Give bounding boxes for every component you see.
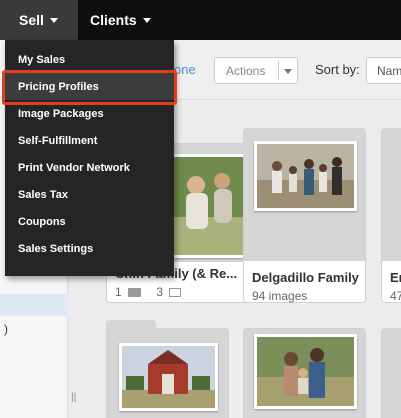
sort-select[interactable]: Nam — [366, 57, 401, 84]
gallery-photo — [254, 141, 357, 211]
gallery-title[interactable]: En — [390, 270, 401, 285]
menu-item-sales-tax[interactable]: Sales Tax — [5, 181, 174, 208]
gallery-photo — [119, 343, 218, 411]
family-photo-image — [257, 144, 354, 208]
sidebar-selected-row[interactable] — [0, 294, 68, 316]
gallery-card[interactable] — [243, 328, 366, 418]
nav-sell-label: Sell — [19, 12, 44, 28]
card-thumbnail-area — [382, 129, 401, 261]
nav-clients-menu[interactable]: Clients — [90, 0, 151, 40]
gallery-title[interactable]: Delgadillo Family — [252, 270, 359, 285]
menu-item-self-fulfillment[interactable]: Self-Fulfillment — [5, 127, 174, 154]
nav-sell-menu[interactable]: Sell — [0, 0, 78, 40]
resize-handle[interactable]: || — [71, 392, 76, 403]
gallery-image-count: 47 — [390, 289, 401, 303]
menu-item-coupons[interactable]: Coupons — [5, 208, 174, 235]
gallery-card[interactable] — [106, 328, 229, 418]
gallery-counts: 1 3 — [115, 285, 182, 299]
image-count: 3 — [156, 285, 164, 299]
sort-by-label: Sort by: — [315, 62, 360, 77]
top-nav-bar: Sell Clients — [0, 0, 401, 40]
menu-item-my-sales[interactable]: My Sales — [5, 46, 174, 73]
annotation-highlight-box — [2, 70, 177, 105]
family-photo-image — [170, 157, 244, 255]
nav-clients-label: Clients — [90, 12, 137, 28]
sort-value: Nam — [377, 63, 401, 78]
actions-dropdown[interactable]: Actions — [214, 57, 298, 84]
menu-item-sales-settings[interactable]: Sales Settings — [5, 235, 174, 262]
card-thumbnail-area — [382, 329, 401, 418]
barn-photo-image — [122, 346, 215, 408]
family-photo-image — [257, 337, 354, 406]
gallery-image-count: 94 images — [252, 289, 308, 303]
chevron-down-icon — [142, 17, 151, 23]
gallery-photo — [167, 154, 247, 258]
chevron-down-icon — [284, 69, 292, 74]
actions-label: Actions — [226, 63, 266, 78]
folder-count: 1 — [115, 285, 122, 299]
done-link[interactable]: one — [174, 62, 196, 77]
gallery-card[interactable] — [381, 328, 401, 418]
chevron-down-icon — [49, 17, 58, 23]
gallery-photo — [254, 334, 357, 409]
image-icon — [169, 288, 182, 298]
folder-icon — [128, 288, 142, 298]
gallery-card[interactable]: Delgadillo Family 94 images — [243, 128, 366, 303]
sidebar-text: ) — [4, 322, 8, 336]
divider — [278, 61, 279, 80]
menu-item-print-vendor-network[interactable]: Print Vendor Network — [5, 154, 174, 181]
gallery-card[interactable]: En 47 — [381, 128, 401, 303]
